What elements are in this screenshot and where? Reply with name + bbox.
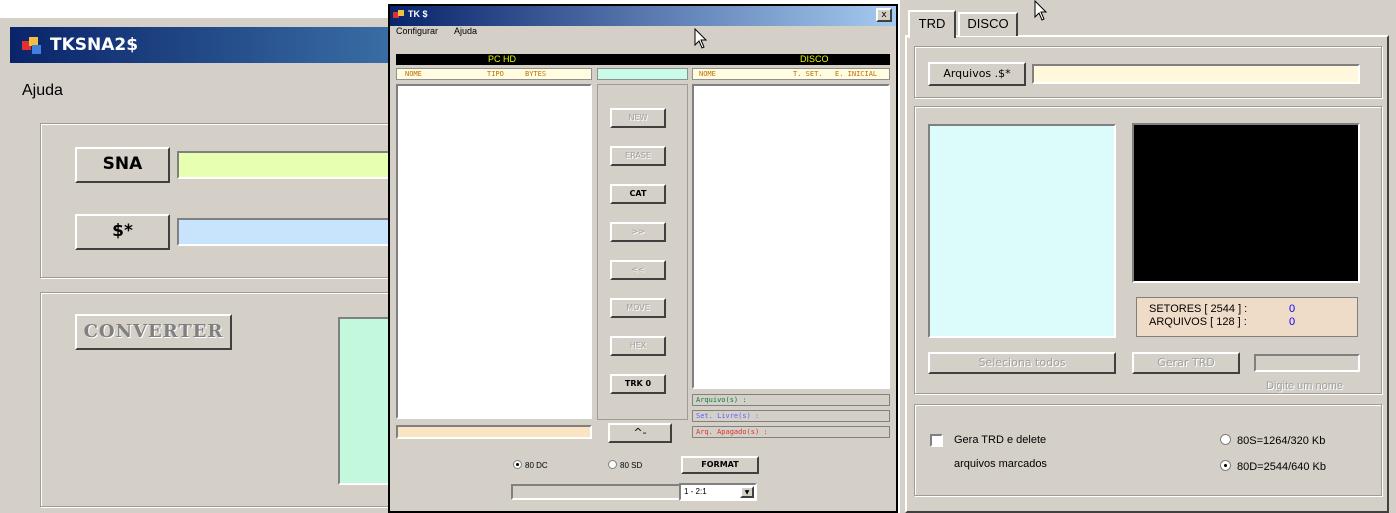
col-nome[interactable]: NOME — [405, 70, 422, 78]
convert-button[interactable]: CONVERTER — [75, 314, 232, 350]
back-button[interactable]: << — [610, 260, 666, 280]
menu-ajuda[interactable]: Ajuda — [454, 26, 477, 36]
livres-status: Set. Livre(s) : — [692, 410, 890, 422]
arquivos-button[interactable]: Arquivos .$* — [928, 62, 1026, 86]
menu-bar: Configurar Ajuda — [396, 26, 491, 36]
radio-selected-icon — [1220, 460, 1231, 471]
radio-80d-label: 80D=2544/640 Kb — [1237, 461, 1326, 473]
interleave-value: 1 - 2:1 — [684, 487, 707, 496]
radio-80s-label: 80S=1264/320 Kb — [1237, 435, 1326, 447]
sna-input[interactable] — [177, 151, 407, 179]
new-button[interactable]: NEW — [610, 108, 666, 128]
window-title-bar: TK $ — [390, 6, 896, 26]
arquivos-value: 0 — [1289, 316, 1296, 328]
arquivos-label: ARQUIVOS [ 128 ] : — [1149, 316, 1247, 328]
action-panel — [597, 84, 688, 420]
pc-hd-title: PC HD — [488, 54, 517, 64]
radio-empty-icon — [608, 460, 617, 469]
options-group — [914, 404, 1382, 496]
forward-button[interactable]: >> — [610, 222, 666, 242]
tab-trd[interactable]: TRD — [908, 10, 956, 38]
dollar-button[interactable]: $* — [75, 214, 170, 250]
delete-label-line1: Gera TRD e delete — [954, 434, 1047, 446]
radio-80s[interactable]: 80S=1264/320 Kb — [1220, 434, 1325, 447]
format-button[interactable]: FORMAT — [681, 456, 759, 474]
setores-label: SETORES [ 2544 ] : — [1149, 303, 1248, 315]
tk-window: TK $ x Configurar Ajuda PC HD DISCO NOME… — [388, 4, 898, 513]
app-icon — [393, 10, 404, 18]
generate-trd-button[interactable]: Gerar TRD — [1132, 352, 1240, 374]
panel-header-bar: PC HD DISCO — [396, 54, 890, 65]
trd-window: TRD DISCO Arquivos .$* SETORES [ 2544 ] … — [900, 0, 1396, 513]
name-hint: Digite um nome — [1266, 380, 1344, 392]
name-input[interactable] — [1254, 354, 1360, 372]
select-all-button[interactable]: Seleciona todos — [928, 352, 1116, 374]
interleave-select[interactable]: 1 - 2:1 ▼ — [679, 483, 757, 501]
arquivos-input[interactable] — [1032, 64, 1360, 84]
radio-80sd-label: 80 SD — [620, 461, 643, 470]
col-bytes[interactable]: BYTES — [525, 70, 546, 78]
window-title: TK $ — [408, 9, 428, 19]
progress-field — [511, 484, 681, 500]
hex-button[interactable]: HEX — [610, 336, 666, 356]
move-button[interactable]: MOVE — [610, 298, 666, 318]
apagados-status: Arq. Apagado(s) : — [692, 426, 890, 438]
window-title: TKSNA2$ — [50, 35, 139, 55]
col-end-inicial[interactable]: E. INICIAL — [835, 70, 877, 78]
path-field[interactable] — [396, 425, 592, 439]
radio-80dc[interactable]: 80 DC — [513, 460, 548, 470]
sna-button[interactable]: SNA — [75, 147, 170, 183]
menu-configurar[interactable]: Configurar — [396, 26, 438, 36]
tksna2-window: TKSNA2$ Ajuda SNA $* CONVERTER — [0, 18, 410, 513]
radio-empty-icon — [1220, 434, 1231, 445]
chevron-down-icon[interactable]: ▼ — [740, 486, 754, 498]
disk-info-panel: SETORES [ 2544 ] : 0 ARQUIVOS [ 128 ] : 0 — [1136, 297, 1358, 337]
erase-button[interactable]: ERASE — [610, 146, 666, 166]
disco-column-headers: NOME T. SET. E. INICIAL — [692, 68, 890, 80]
app-icon — [22, 37, 41, 54]
radio-80d[interactable]: 80D=2544/640 Kb — [1220, 460, 1326, 473]
col-tipo[interactable]: TIPO — [487, 70, 504, 78]
trk0-button[interactable]: TRK 0 — [610, 374, 666, 394]
col-tipo-setor[interactable]: T. SET. — [793, 70, 823, 78]
radio-selected-icon — [513, 460, 522, 469]
cat-button[interactable]: CAT — [610, 184, 666, 204]
close-button[interactable]: x — [876, 8, 892, 22]
setores-value: 0 — [1289, 303, 1296, 315]
pc-column-headers: NOME TIPO BYTES — [396, 68, 592, 80]
col-nome[interactable]: NOME — [699, 70, 716, 78]
file-selection-list[interactable] — [928, 124, 1116, 338]
mouse-cursor-icon — [1034, 0, 1048, 21]
radio-80sd[interactable]: 80 SD — [608, 460, 642, 470]
disco-file-list[interactable] — [692, 84, 890, 389]
delete-checkbox[interactable] — [930, 434, 943, 447]
radio-80dc-label: 80 DC — [525, 461, 548, 470]
window-title-bar: TKSNA2$ — [10, 27, 395, 63]
delete-label-line2: arquivos marcados — [954, 458, 1047, 470]
tab-disco[interactable]: DISCO — [958, 12, 1018, 36]
parent-dir-button[interactable]: ^- — [608, 423, 672, 443]
preview-panel — [1132, 123, 1360, 283]
dollar-input[interactable] — [177, 218, 407, 246]
mouse-cursor-icon — [694, 28, 708, 49]
pc-file-list[interactable] — [396, 84, 592, 419]
selection-indicator — [597, 68, 688, 80]
menu-ajuda[interactable]: Ajuda — [22, 82, 63, 100]
arquivos-status: Arquivo(s) : — [692, 394, 890, 406]
disco-title: DISCO — [800, 54, 829, 64]
